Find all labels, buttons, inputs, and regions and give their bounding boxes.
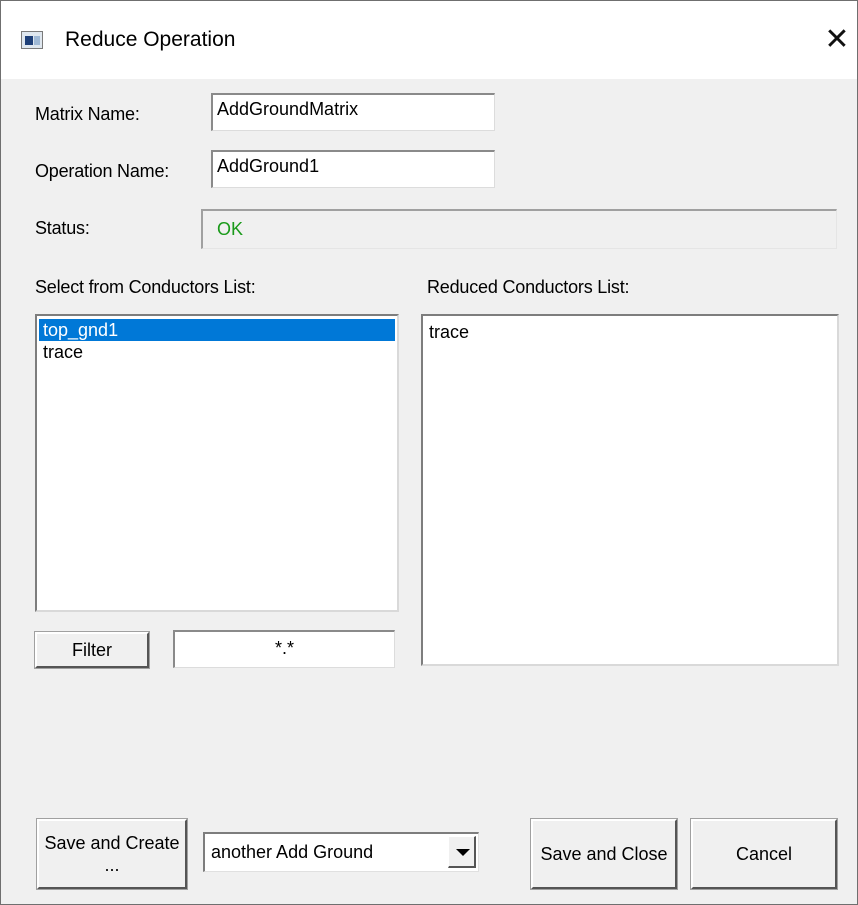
- reduce-operation-dialog: Reduce Operation ✕ Matrix Name: AddGroun…: [0, 0, 858, 905]
- filter-button[interactable]: Filter: [34, 631, 150, 669]
- window-title: Reduce Operation: [65, 28, 236, 51]
- status-value: OK: [217, 219, 244, 239]
- save-and-close-button[interactable]: Save and Close: [530, 818, 678, 890]
- dropdown-arrow-button[interactable]: [448, 836, 476, 868]
- operation-type-dropdown[interactable]: another Add Ground: [203, 832, 479, 872]
- save-and-create-button[interactable]: Save and Create ...: [36, 818, 188, 890]
- dropdown-value: another Add Ground: [211, 842, 374, 862]
- app-window-icon: [21, 31, 43, 49]
- operation-name-field[interactable]: AddGround1: [211, 150, 495, 188]
- matrix-name-label: Matrix Name:: [35, 104, 140, 124]
- list-item[interactable]: trace: [425, 321, 835, 343]
- title-bar[interactable]: Reduce Operation ✕: [1, 1, 857, 79]
- reduced-conductors-label: Reduced Conductors List:: [427, 277, 630, 297]
- matrix-name-field[interactable]: AddGroundMatrix: [211, 93, 495, 131]
- reduced-conductors-listbox[interactable]: trace: [421, 314, 839, 666]
- select-conductors-label: Select from Conductors List:: [35, 277, 256, 297]
- close-icon[interactable]: ✕: [821, 23, 853, 57]
- list-item[interactable]: trace: [39, 341, 395, 363]
- status-display: OK: [201, 209, 837, 249]
- chevron-down-icon: [456, 849, 470, 856]
- list-item[interactable]: top_gnd1: [39, 319, 395, 341]
- cancel-button[interactable]: Cancel: [690, 818, 838, 890]
- conductors-listbox[interactable]: top_gnd1 trace: [35, 314, 399, 612]
- operation-name-label: Operation Name:: [35, 161, 170, 181]
- filter-input[interactable]: *.*: [173, 630, 395, 668]
- status-label: Status:: [35, 218, 90, 238]
